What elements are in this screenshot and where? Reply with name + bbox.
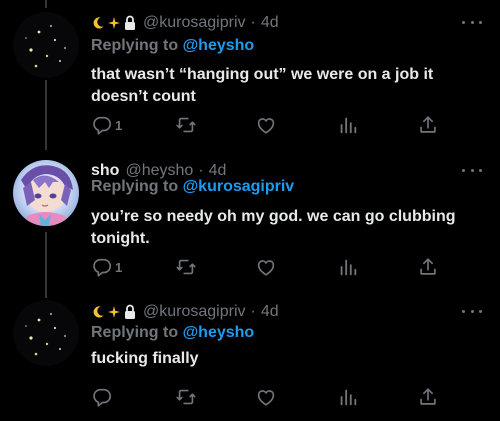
more-icon[interactable] bbox=[462, 167, 482, 173]
share-icon bbox=[420, 116, 436, 133]
retweet-icon bbox=[176, 389, 196, 405]
retweet-button[interactable] bbox=[175, 255, 199, 279]
views-button[interactable] bbox=[337, 113, 359, 137]
tweet[interactable]: @kurosagipriv · 4d Replying to @heysho t… bbox=[0, 0, 500, 150]
retweet-button[interactable] bbox=[175, 113, 199, 137]
tweet-time[interactable]: 4d bbox=[261, 303, 279, 321]
tweet-text: you’re so needy oh my god. we can go clu… bbox=[91, 208, 456, 247]
more-icon[interactable] bbox=[462, 19, 482, 25]
share-button[interactable] bbox=[417, 255, 439, 279]
tweet-actions bbox=[91, 385, 451, 409]
tweet-handle[interactable]: @kurosagipriv bbox=[143, 14, 246, 32]
replying-to: Replying to @heysho bbox=[91, 324, 254, 342]
avatar[interactable] bbox=[13, 160, 79, 226]
replying-to: Replying to @heysho bbox=[91, 37, 254, 55]
separator: · bbox=[250, 303, 256, 320]
replying-label: Replying to bbox=[91, 178, 179, 195]
retweet-button[interactable] bbox=[175, 385, 199, 409]
replying-handle[interactable]: @heysho bbox=[183, 37, 255, 54]
replying-label: Replying to bbox=[91, 37, 179, 54]
views-icon bbox=[340, 117, 357, 134]
share-icon bbox=[420, 388, 436, 405]
views-icon bbox=[340, 259, 357, 276]
views-icon bbox=[340, 389, 357, 406]
views-button[interactable] bbox=[337, 255, 359, 279]
more-icon[interactable] bbox=[462, 308, 482, 314]
tweet[interactable]: @kurosagipriv · 4d Replying to @heysho f… bbox=[0, 298, 500, 421]
moon-icon bbox=[93, 17, 104, 29]
separator: · bbox=[250, 14, 256, 31]
tweet-actions: 1 bbox=[91, 255, 451, 279]
replying-handle[interactable]: @heysho bbox=[183, 324, 255, 341]
share-button[interactable] bbox=[417, 113, 439, 137]
lock-icon bbox=[125, 304, 135, 319]
name-emoji bbox=[91, 304, 137, 320]
reply-count: 1 bbox=[115, 117, 123, 133]
reply-icon bbox=[93, 116, 112, 135]
reply-icon bbox=[93, 388, 112, 407]
like-button[interactable] bbox=[255, 255, 279, 279]
lock-icon bbox=[125, 15, 135, 30]
reply-button[interactable] bbox=[91, 385, 115, 409]
reply-icon bbox=[93, 258, 112, 277]
tweet-handle[interactable]: @kurosagipriv bbox=[143, 303, 246, 321]
share-icon bbox=[420, 258, 436, 275]
like-button[interactable] bbox=[255, 113, 279, 137]
replying-to: Replying to @kurosagipriv bbox=[91, 178, 294, 196]
tweet-text: that wasn’t “hanging out” we were on a j… bbox=[91, 66, 434, 105]
share-button[interactable] bbox=[417, 385, 439, 409]
reply-count: 1 bbox=[115, 259, 123, 275]
tweet-header: @kurosagipriv · 4d bbox=[91, 12, 279, 34]
heart-icon bbox=[257, 390, 275, 406]
retweet-icon bbox=[176, 259, 196, 275]
retweet-icon bbox=[176, 117, 196, 133]
tweet-actions: 1 bbox=[91, 113, 451, 137]
tweet[interactable]: sho @heysho · 4d Replying to @kurosagipr… bbox=[0, 150, 500, 298]
like-button[interactable] bbox=[255, 385, 279, 409]
replying-label: Replying to bbox=[91, 324, 179, 341]
moon-icon bbox=[93, 306, 104, 318]
name-emoji bbox=[91, 15, 137, 31]
heart-icon bbox=[257, 260, 275, 276]
tweet-text: fucking finally bbox=[91, 350, 199, 367]
views-button[interactable] bbox=[337, 385, 359, 409]
tweet-time[interactable]: 4d bbox=[261, 14, 279, 32]
sparkles-icon bbox=[108, 17, 120, 29]
heart-icon bbox=[257, 118, 275, 134]
reply-button[interactable]: 1 bbox=[91, 255, 122, 279]
tweet-header: @kurosagipriv · 4d bbox=[91, 301, 279, 323]
avatar[interactable] bbox=[13, 12, 79, 78]
replying-handle[interactable]: @kurosagipriv bbox=[183, 178, 295, 195]
reply-button[interactable]: 1 bbox=[91, 113, 122, 137]
sparkles-icon bbox=[108, 306, 120, 318]
avatar[interactable] bbox=[13, 300, 79, 366]
